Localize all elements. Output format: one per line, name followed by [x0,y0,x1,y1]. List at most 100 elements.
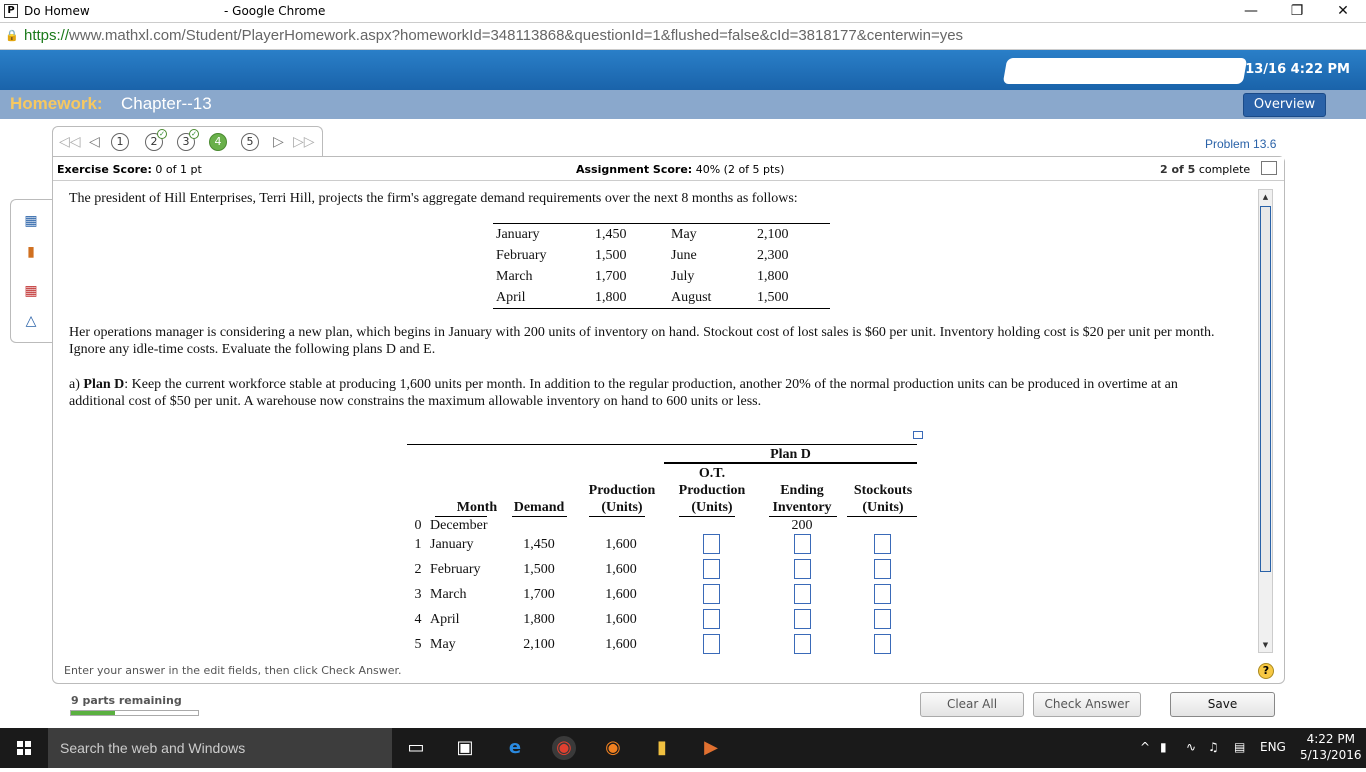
scroll-up-icon[interactable]: ▲ [1259,190,1272,204]
content-scrollbar[interactable]: ▲ ▼ [1258,189,1273,653]
ot-production-input[interactable] [703,559,720,579]
row-month: January [430,537,474,552]
ot-production-input[interactable] [703,534,720,554]
table-resize-icon[interactable] [913,431,923,439]
question-3-button[interactable]: 3 ✓ [177,129,199,151]
demand-value: 1,500 [757,290,789,305]
mathxl-favicon-icon: P [4,4,18,18]
row-number: 5 [414,637,422,652]
expand-icon[interactable] [1261,161,1277,175]
overview-button[interactable]: Overview [1243,93,1326,117]
notification-icon[interactable]: ▤ [1234,740,1245,754]
stockouts-input[interactable] [874,609,891,629]
question-paragraph-2: Her operations manager is considering a … [69,325,1215,357]
minimize-button[interactable]: — [1228,0,1274,22]
homework-bar: Homework: Chapter--13 Overview [0,90,1366,119]
row-number: 4 [414,612,422,627]
check-answer-button[interactable]: Check Answer [1033,692,1141,717]
first-question-icon[interactable]: ◁◁ [59,134,81,150]
demand-month: March [496,269,533,284]
header-rule [769,516,837,517]
ot-production-input[interactable] [703,584,720,604]
power-icon[interactable]: ▮ [1160,740,1167,754]
volume-icon[interactable]: ♫ [1208,740,1219,754]
question-1-button[interactable]: 1 [111,133,129,151]
help-icon[interactable]: ? [1258,663,1274,679]
url-text[interactable]: https://www.mathxl.com/Student/PlayerHom… [24,27,963,44]
restore-button[interactable]: ❐ [1274,0,1320,22]
taskbar-clock[interactable]: 4:22 PM 5/13/2016 [1300,731,1362,763]
demand-value: 1,450 [595,227,627,242]
tray-chevron-icon[interactable]: ^ [1140,740,1150,754]
scroll-thumb[interactable] [1260,206,1271,572]
question-5-button[interactable]: 5 [241,133,259,151]
completion-status: 2 of 5 complete [1160,163,1251,176]
question-2-button[interactable]: 2 ✓ [145,129,167,151]
exercise-score: Exercise Score: 0 of 1 pt [57,163,202,176]
chrome-icon[interactable]: ◉ [552,736,576,760]
store-icon[interactable]: ▣ [453,736,477,760]
app-title: - Google Chrome [224,4,326,18]
ending-inventory-input[interactable] [794,634,811,654]
demand-month: June [671,248,697,263]
progress-bar [70,710,199,716]
ending-inventory-input[interactable] [794,584,811,604]
demand-month: May [671,227,697,242]
row-month: December [430,518,488,533]
demand-month: July [671,269,695,284]
tool-sidebar: ▦ ▮ ▦ △ [10,199,52,343]
row-production: 1,600 [605,612,637,627]
print-icon[interactable]: △ [22,312,40,330]
calculator-icon[interactable]: ▦ [22,282,40,300]
row-number: 0 [414,518,422,533]
textbook-icon[interactable]: ▮ [22,243,40,261]
address-bar[interactable]: 🔒 https://www.mathxl.com/Student/PlayerH… [0,23,1366,50]
demand-month: January [496,227,540,242]
header-rule [512,516,567,517]
demand-value: 2,100 [757,227,789,242]
demand-value: 1,500 [595,248,627,263]
stockouts-input[interactable] [874,559,891,579]
edge-icon[interactable]: e [503,736,527,760]
row-demand: 2,100 [523,637,555,652]
prev-question-icon[interactable]: ◁ [89,134,100,150]
ending-inventory-input[interactable] [794,534,811,554]
scroll-down-icon[interactable]: ▼ [1259,638,1272,652]
demand-month: February [496,248,547,263]
windows-logo-icon [17,741,31,755]
wifi-icon[interactable]: ∿ [1186,740,1196,754]
next-question-icon[interactable]: ▷ [273,134,284,150]
stockouts-input[interactable] [874,634,891,654]
last-question-icon[interactable]: ▷▷ [293,134,315,150]
save-button[interactable]: Save [1170,692,1275,717]
score-bar: Exercise Score: 0 of 1 pt Assignment Sco… [53,157,1284,181]
film-icon[interactable]: ▦ [22,212,40,230]
media-player-icon[interactable]: ▶ [699,736,723,760]
chapter-title: Chapter--13 [121,94,212,113]
firefox-icon[interactable]: ◉ [601,736,625,760]
ot-production-input[interactable] [703,634,720,654]
tab-title[interactable]: Do Homew [24,4,90,18]
language-indicator[interactable]: ENG [1260,740,1286,754]
ending-inventory-input[interactable] [794,559,811,579]
ot-production-input[interactable] [703,609,720,629]
file-explorer-icon[interactable]: ▮ [650,736,674,760]
stockouts-input[interactable] [874,534,891,554]
task-view-icon[interactable]: ▭ [404,736,428,760]
clear-all-button[interactable]: Clear All [920,692,1024,717]
row-month: April [430,612,460,627]
taskbar-search[interactable]: Search the web and Windows [48,728,392,768]
demand-row: April 1,800 August 1,500 [493,287,830,308]
row-production: 1,600 [605,537,637,552]
start-button[interactable] [0,728,48,768]
question-4-button[interactable]: 4 [209,133,227,151]
row-production: 1,600 [605,587,637,602]
close-button[interactable]: ✕ [1320,0,1366,22]
ending-inventory-input[interactable] [794,609,811,629]
windows-taskbar: Search the web and Windows ▭ ▣ e ◉ ◉ ▮ ▶… [0,728,1366,768]
header-demand: Demand [513,500,565,515]
header-rule [589,516,645,517]
check-icon: ✓ [189,129,199,139]
stockouts-input[interactable] [874,584,891,604]
header-stockouts: Stockouts (Units) [853,483,913,515]
